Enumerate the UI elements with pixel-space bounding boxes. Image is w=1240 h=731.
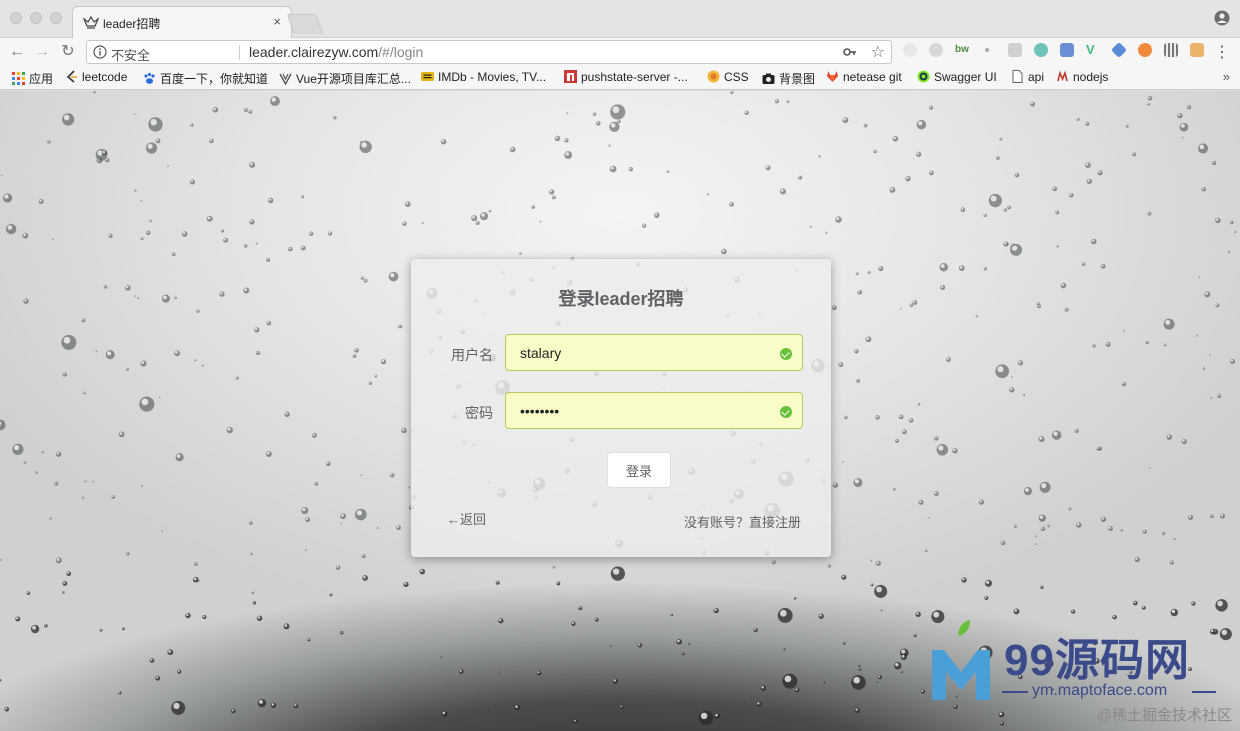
extension-ghost-icon[interactable]	[929, 43, 943, 57]
address-bar[interactable]: 不安全 leader.clairezyw.com/#/login ☆	[86, 40, 892, 64]
bookmark-vue[interactable]: Vue开源项目库汇总...	[279, 70, 411, 87]
bookmark-label: leetcode	[82, 70, 128, 84]
url-host: leader.clairezyw.com	[249, 44, 379, 60]
window-close-button[interactable]	[10, 12, 22, 24]
bookmark-label: IMDb - Movies, TV...	[438, 70, 547, 84]
bookmark-css[interactable]: CSS	[707, 70, 749, 84]
crown-icon	[83, 15, 99, 29]
extension-diamond-icon[interactable]	[1111, 42, 1127, 58]
bookmark-label: api	[1028, 70, 1045, 84]
back-icon[interactable]: ←	[8, 43, 26, 61]
bookmark-label: CSS	[724, 70, 749, 84]
back-link[interactable]: ←返回	[447, 509, 486, 528]
bookmark-baidu[interactable]: 百度一下，你就知道	[143, 70, 268, 87]
extension-circle-icon[interactable]	[1034, 43, 1048, 57]
extension-bw-icon[interactable]: bw	[955, 43, 969, 57]
browser-tab-active[interactable]: leader招聘 ×	[72, 6, 292, 38]
npm-icon	[564, 70, 577, 83]
key-icon[interactable]	[843, 45, 857, 59]
browser-menu-icon[interactable]: ⋮	[1214, 42, 1230, 62]
tab-title: leader招聘	[103, 17, 161, 31]
forward-icon[interactable]: →	[33, 43, 51, 61]
document-icon	[1012, 70, 1023, 83]
browser-titlebar: leader招聘 ×	[0, 0, 1240, 38]
swagger-icon	[917, 70, 930, 83]
username-label: 用户名	[451, 347, 493, 363]
camera-icon	[762, 73, 775, 84]
bookmark-imdb[interactable]: IMDb - Movies, TV...	[421, 70, 546, 84]
bookmark-label: nodejs	[1073, 70, 1109, 84]
watermark-title: 99源码网	[1004, 636, 1190, 685]
bookmark-nodejs[interactable]: nodejs	[1056, 70, 1108, 84]
watermark-logo-icon	[932, 620, 990, 700]
bookmark-background[interactable]: 背景图	[762, 70, 815, 87]
extension-p-icon[interactable]	[1008, 43, 1022, 57]
imdb-icon	[421, 72, 434, 81]
extension-tag-icon[interactable]	[1190, 43, 1204, 57]
bookmark-label: 应用	[29, 72, 54, 86]
password-input[interactable]	[505, 392, 803, 429]
bookmark-star-icon[interactable]: ☆	[871, 42, 885, 62]
extension-qr-icon[interactable]	[1164, 43, 1178, 57]
login-title: 登录leader招聘	[558, 289, 684, 309]
bookmark-leetcode[interactable]: leetcode	[65, 70, 127, 84]
extension-dot-icon[interactable]	[985, 48, 989, 52]
extension-vue-devtools-icon[interactable]: V	[1086, 43, 1100, 57]
watermark-url: ym.maptoface.com	[1032, 682, 1168, 699]
extension-orange-icon[interactable]	[1138, 43, 1152, 57]
window-zoom-button[interactable]	[50, 12, 62, 24]
bookmark-label: 背景图	[779, 72, 816, 86]
watermark-line-left	[1002, 691, 1028, 693]
window-minimize-button[interactable]	[30, 12, 42, 24]
bookmark-label: netease git	[843, 70, 902, 84]
extension-balloon-icon[interactable]	[903, 43, 917, 57]
bookmark-label: Vue开源项目库汇总...	[296, 72, 411, 86]
security-status: 不安全	[111, 48, 151, 63]
reload-icon[interactable]: ↻	[59, 43, 77, 61]
bookmark-apps[interactable]: 应用	[12, 70, 53, 87]
leetcode-icon	[66, 70, 77, 83]
apps-grid-icon	[12, 72, 25, 85]
gitlab-icon	[827, 71, 838, 82]
url-path: /#/login	[378, 44, 424, 60]
omnibox-divider	[239, 45, 240, 60]
bookmark-api[interactable]: api	[1011, 70, 1044, 84]
bookmark-pushstate[interactable]: pushstate-server -...	[564, 70, 688, 84]
bookmark-label: 百度一下，你就知道	[160, 72, 269, 86]
bookmark-swagger[interactable]: Swagger UI	[917, 70, 997, 84]
bookmark-label: pushstate-server -...	[581, 70, 688, 84]
bookmark-label: Swagger UI	[934, 70, 997, 84]
tab-close-icon[interactable]: ×	[273, 14, 281, 29]
baidu-paw-icon	[144, 72, 155, 84]
url-text[interactable]: leader.clairezyw.com/#/login	[249, 44, 423, 60]
bookmarks-bar: 应用 leetcode 百度一下，你就知道 Vue开源项目库汇总... IMDb…	[0, 66, 1240, 90]
extension-jh-icon[interactable]	[1060, 43, 1074, 57]
password-valid-icon	[780, 406, 792, 418]
new-tab-button[interactable]	[286, 14, 324, 34]
username-valid-icon	[780, 348, 792, 360]
register-link[interactable]: 没有账号？直接注册	[684, 512, 801, 531]
login-card: 登录leader招聘 用户名 密码 登录 ←返回 没有账号？直接注册	[411, 259, 831, 557]
profile-icon[interactable]	[1214, 10, 1230, 26]
info-icon[interactable]	[93, 45, 107, 59]
bookmarks-overflow-icon[interactable]: »	[1223, 69, 1230, 84]
watermark-corner-text: @稀土掘金技术社区	[1096, 707, 1232, 724]
nodejs-icon	[1057, 70, 1068, 82]
bookmark-netease-git[interactable]: netease git	[826, 70, 902, 84]
username-input[interactable]	[505, 334, 803, 371]
css-icon	[707, 70, 720, 83]
watermark-line-right	[1192, 691, 1216, 693]
browser-toolbar: ← → ↻ 不安全 leader.clairezyw.com/#/login ☆…	[0, 38, 1240, 66]
vue-icon	[279, 73, 292, 85]
login-button[interactable]: 登录	[607, 452, 671, 488]
password-label: 密码	[465, 405, 493, 421]
